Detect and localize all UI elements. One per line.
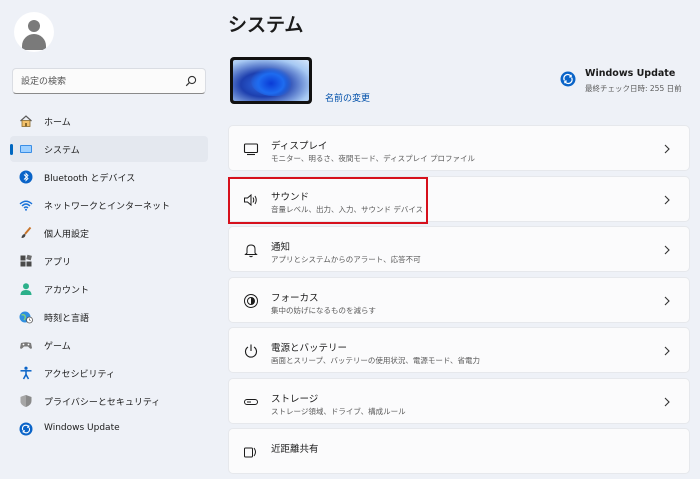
sidebar-item-accessibility[interactable]: アクセシビリティ xyxy=(10,360,208,386)
card-title: 近距離共有 xyxy=(271,444,319,455)
settings-list: ディスプレイ モニター、明るさ、夜間モード、ディスプレイ プロファイル サウンド… xyxy=(228,125,690,479)
sidebar-item-accounts[interactable]: アカウント xyxy=(10,276,208,302)
card-title: ストレージ xyxy=(271,393,319,405)
speaker-icon xyxy=(244,193,257,206)
globe-clock-icon xyxy=(19,311,33,324)
card-subtitle: 画面とスリープ、バッテリーの使用状況、電源モード、省電力 xyxy=(271,356,481,365)
sidebar-item-privacy-security[interactable]: プライバシーとセキュリティ xyxy=(10,388,208,414)
sidebar-item-system[interactable]: システム xyxy=(10,136,208,162)
apps-icon xyxy=(20,254,32,267)
sidebar-item-home[interactable]: ホーム xyxy=(10,108,208,134)
sidebar-item-label: ホーム xyxy=(44,118,71,128)
settings-card-focus[interactable]: フォーカス 集中の妨げになるものを減らす xyxy=(228,276,690,323)
card-subtitle: モニター、明るさ、夜間モード、ディスプレイ プロファイル xyxy=(271,154,475,163)
windows-update-title[interactable]: Windows Update xyxy=(585,68,675,79)
system-display-icon xyxy=(20,145,32,153)
wallpaper-thumbnail xyxy=(233,60,309,101)
sidebar-item-network[interactable]: ネットワークとインターネット xyxy=(10,192,208,218)
chevron-right-icon xyxy=(664,195,670,204)
card-subtitle: 集中の妨げになるものを減らす xyxy=(271,305,376,315)
card-subtitle: アプリとシステムからのアラート、応答不可 xyxy=(271,255,421,264)
chevron-right-icon xyxy=(664,245,670,255)
main-content: システム 名前の変更 Windows Update 最終チェック日時: 255 … xyxy=(228,0,690,474)
sidebar-item-label: システム xyxy=(44,146,80,156)
card-title: サウンド xyxy=(271,191,310,203)
sidebar-item-label: アカウント xyxy=(44,286,90,296)
sidebar-nav: ホーム システム Bluetooth とデバイス ネットワークとインターネット … xyxy=(10,108,208,444)
monitor-icon xyxy=(243,143,259,156)
account-icon xyxy=(20,283,32,295)
paintbrush-icon xyxy=(21,226,32,238)
windows-update-icon xyxy=(19,422,33,436)
sidebar-item-label: Bluetooth とデバイス xyxy=(44,174,136,184)
nearby-share-icon xyxy=(244,447,256,458)
chevron-right-icon xyxy=(664,397,670,406)
sidebar-item-label: ゲーム xyxy=(44,342,71,352)
chevron-right-icon xyxy=(664,296,670,305)
settings-card-power-battery[interactable]: 電源とバッテリー 画面とスリープ、バッテリーの使用状況、電源モード、省電力 xyxy=(228,327,690,373)
focus-icon xyxy=(244,293,258,308)
settings-card-display[interactable]: ディスプレイ モニター、明るさ、夜間モード、ディスプレイ プロファイル xyxy=(228,125,690,171)
settings-card-notifications[interactable]: 通知 アプリとシステムからのアラート、応答不可 xyxy=(228,226,690,272)
search-icon[interactable] xyxy=(185,75,197,87)
sidebar-item-gaming[interactable]: ゲーム xyxy=(10,332,208,358)
gamepad-icon xyxy=(20,342,32,349)
card-subtitle: ストレージ領域、ドライブ、構成ルール xyxy=(271,406,406,416)
sidebar-item-bluetooth[interactable]: Bluetooth とデバイス xyxy=(10,164,208,190)
card-title: ディスプレイ xyxy=(271,141,328,152)
accessibility-icon xyxy=(20,366,32,380)
chevron-right-icon xyxy=(664,346,670,356)
wifi-icon xyxy=(19,200,33,211)
card-title: 電源とバッテリー xyxy=(271,343,348,354)
device-preview-image xyxy=(230,57,312,104)
windows-update-last-check: 最終チェック日時: 255 日前 xyxy=(585,84,682,93)
settings-card-storage[interactable]: ストレージ ストレージ領域、ドライブ、構成ルール xyxy=(228,377,690,424)
sidebar-item-label: アクセシビリティ xyxy=(44,370,116,380)
bluetooth-icon xyxy=(19,170,33,184)
sidebar-item-label: Windows Update xyxy=(44,423,120,433)
sidebar-item-label: ネットワークとインターネット xyxy=(44,202,171,212)
power-icon xyxy=(244,344,258,358)
avatar-head xyxy=(28,20,40,32)
chevron-right-icon xyxy=(664,144,670,154)
sidebar-item-time-language[interactable]: 時刻と言語 xyxy=(10,304,208,330)
home-icon xyxy=(20,115,32,127)
sidebar: ホーム システム Bluetooth とデバイス ネットワークとインターネッ xyxy=(0,0,218,450)
shield-icon xyxy=(20,395,32,407)
windows-update-icon[interactable] xyxy=(560,71,576,87)
page-title: システム xyxy=(228,14,304,36)
search-input[interactable] xyxy=(19,73,183,91)
card-title: フォーカス xyxy=(271,292,319,304)
sidebar-item-label: アプリ xyxy=(44,258,72,268)
search-box[interactable] xyxy=(12,68,206,94)
sidebar-item-personalization[interactable]: 個人用設定 xyxy=(10,220,208,246)
sidebar-item-label: プライバシーとセキュリティ xyxy=(44,398,161,408)
bell-icon xyxy=(244,244,258,258)
avatar-body xyxy=(22,34,46,50)
avatar[interactable] xyxy=(14,12,54,52)
sidebar-item-apps[interactable]: アプリ xyxy=(10,248,208,274)
sidebar-item-label: 個人用設定 xyxy=(44,230,90,240)
wallpaper-bloom xyxy=(251,68,291,96)
settings-card-nearby-sharing[interactable]: 近距離共有 xyxy=(228,428,690,474)
sidebar-item-windows-update[interactable]: Windows Update xyxy=(10,416,208,442)
card-title: 通知 xyxy=(271,242,291,253)
sidebar-item-label: 時刻と言語 xyxy=(44,314,90,324)
settings-card-sound[interactable]: サウンド 音量レベル、出力、入力、サウンド デバイス xyxy=(228,175,690,222)
card-subtitle: 音量レベル、出力、入力、サウンド デバイス xyxy=(271,204,424,214)
rename-link[interactable]: 名前の変更 xyxy=(325,91,370,104)
storage-icon xyxy=(244,398,258,405)
